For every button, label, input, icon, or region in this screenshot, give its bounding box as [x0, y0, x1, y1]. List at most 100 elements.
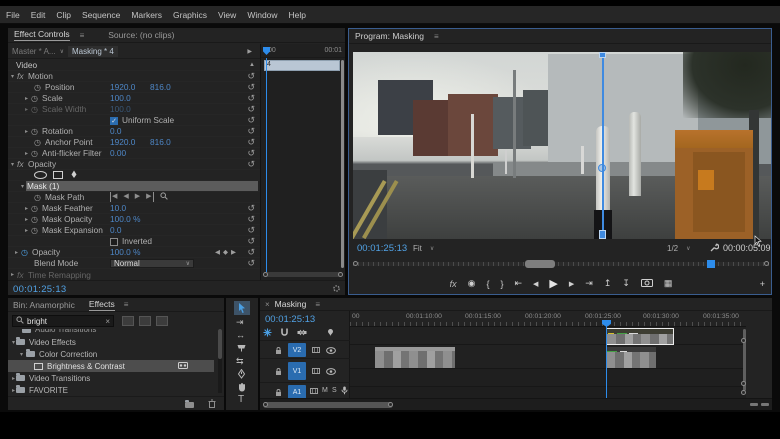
reset-icon[interactable]: ↺: [247, 137, 255, 148]
program-timecode[interactable]: 00:01:25:13: [357, 243, 407, 254]
twirl-icon[interactable]: ▾: [8, 351, 20, 358]
tree-row-favorite[interactable]: ▸ FAVORITE: [8, 384, 214, 395]
collapse-icon[interactable]: ▲: [249, 60, 255, 71]
menu-view[interactable]: View: [218, 10, 236, 20]
track-v2-lane[interactable]: [350, 327, 746, 345]
track-height-handle[interactable]: [741, 390, 746, 395]
filter-32bit-effects-icon[interactable]: [139, 316, 151, 326]
param-row-scale[interactable]: ▸ ◷ Scale 100.0 ↺: [8, 93, 260, 104]
effects-tree-scrollbar[interactable]: [218, 329, 222, 393]
track-target-v2[interactable]: V2: [288, 343, 306, 357]
pen-tool[interactable]: [237, 369, 246, 381]
track-target-v1[interactable]: V1: [288, 362, 306, 380]
reset-icon[interactable]: ↺: [247, 247, 255, 258]
mask-feather-handle[interactable]: [598, 164, 606, 172]
track-head-v2[interactable]: V2: [260, 340, 350, 358]
reset-icon[interactable]: ↺: [247, 71, 255, 82]
opacity-value[interactable]: 100.0 %: [110, 247, 140, 257]
zoom-handle-left[interactable]: [263, 402, 268, 407]
uniform-scale-checkbox[interactable]: ✓: [110, 117, 118, 125]
param-row-mask-expansion[interactable]: ▸ ◷ Mask Expansion 0.0 ↺: [8, 225, 260, 236]
stopwatch-icon[interactable]: ◷: [31, 127, 42, 136]
master-clip-label[interactable]: Master * A...: [12, 47, 56, 56]
track-mask-backward-icon[interactable]: ◀: [123, 192, 128, 202]
section-row-video[interactable]: Video ▲: [8, 60, 260, 71]
reset-icon[interactable]: ↺: [247, 126, 255, 137]
zoom-level-dropdown[interactable]: Fit ∨: [413, 244, 434, 253]
track-a1-lane[interactable]: [350, 369, 746, 387]
mask-feather-value[interactable]: 10.0: [110, 203, 126, 213]
voiceover-mic-icon[interactable]: [341, 386, 348, 397]
menu-file[interactable]: File: [6, 10, 20, 20]
mark-out-button[interactable]: }: [500, 279, 503, 289]
rotation-value[interactable]: 0.0: [110, 126, 122, 136]
mask-expansion-value[interactable]: 0.0: [110, 225, 122, 235]
reset-icon[interactable]: ↺: [247, 225, 255, 236]
param-row-anchor-point[interactable]: ◷ Anchor Point 1920.0 816.0 ↺: [8, 137, 260, 148]
ec-vertical-scrollbar[interactable]: [341, 60, 344, 268]
stopwatch-icon[interactable]: ◷: [21, 248, 32, 257]
anchor-y-value[interactable]: 816.0: [150, 137, 171, 147]
twirl-icon[interactable]: ▾: [18, 183, 27, 190]
param-row-opacity[interactable]: ▸ ◷ Opacity 100.0 % ◀ ◆ ▶ ↺: [8, 247, 260, 258]
timeline-playhead-line[interactable]: [606, 326, 607, 398]
tab-source[interactable]: Source: (no clips): [108, 30, 174, 40]
reset-icon[interactable]: ↺: [247, 82, 255, 93]
clip-v1-left[interactable]: [375, 347, 455, 368]
program-video-frame[interactable]: [353, 52, 771, 239]
twirl-icon[interactable]: ▸: [22, 128, 31, 135]
scrubber-zoom-handle[interactable]: [525, 260, 555, 268]
scroll-handle-right[interactable]: [338, 272, 343, 277]
tree-row-video-transitions[interactable]: ▸ Video Transitions: [8, 372, 214, 384]
add-keyframe-icon[interactable]: ◆: [223, 248, 228, 256]
reset-icon[interactable]: ↺: [247, 159, 255, 170]
type-tool[interactable]: T: [238, 394, 244, 405]
tab-effects[interactable]: Effects: [89, 299, 115, 311]
menu-graphics[interactable]: Graphics: [173, 10, 207, 20]
mute-button[interactable]: M: [322, 387, 328, 394]
track-height-handle[interactable]: [741, 338, 746, 343]
zoom-handle-right[interactable]: [388, 402, 393, 407]
global-fx-mute-button[interactable]: fx: [450, 279, 457, 289]
timeline-horizontal-scrollbar[interactable]: [263, 402, 393, 408]
snap-magnet-icon[interactable]: [280, 328, 289, 339]
timeline-timecode[interactable]: 00:01:25:13: [265, 314, 315, 325]
panel-menu-icon[interactable]: ≡: [124, 300, 129, 309]
mask-item-row[interactable]: ▾ Mask (1): [8, 181, 260, 192]
mask-path-line[interactable]: [602, 52, 604, 239]
rectangle-mask-tool-icon[interactable]: [53, 171, 63, 179]
mark-in-button[interactable]: {: [486, 279, 489, 289]
close-icon[interactable]: ×: [265, 300, 270, 309]
position-y-value[interactable]: 816.0: [150, 82, 171, 92]
eye-icon[interactable]: [326, 367, 336, 377]
comparison-view-button[interactable]: ▦: [664, 278, 673, 289]
ec-horizontal-scrollbar[interactable]: [263, 272, 343, 277]
effect-row-time-remapping[interactable]: ▸ fx Time Remapping: [8, 269, 260, 280]
tab-bin-anamorphic[interactable]: Bin: Anamorphic: [13, 300, 75, 310]
ec-timecode[interactable]: 00:01:25:13: [13, 284, 67, 295]
scale-value[interactable]: 100.0: [110, 93, 131, 103]
param-row-mask-opacity[interactable]: ▸ ◷ Mask Opacity 100.0 % ↺: [8, 214, 260, 225]
twirl-icon[interactable]: ▾: [8, 339, 16, 346]
anchor-x-value[interactable]: 1920.0: [110, 137, 135, 147]
track-select-forward-tool[interactable]: ⇥: [236, 317, 244, 328]
settings-wrench-icon[interactable]: [709, 243, 719, 255]
tree-row-audio-transitions[interactable]: Audio Transitions: [8, 329, 214, 335]
tree-row-brightness-contrast[interactable]: Brightness & Contrast: [8, 360, 214, 372]
mask-opacity-value[interactable]: 100.0 %: [110, 214, 140, 224]
mask-vertex-handle-bottom[interactable]: [599, 230, 606, 239]
reset-icon[interactable]: ↺: [247, 214, 255, 225]
menu-markers[interactable]: Markers: [131, 10, 162, 20]
program-playhead[interactable]: [707, 260, 715, 268]
blend-mode-dropdown[interactable]: Normal ∨: [110, 259, 194, 268]
ellipse-mask-tool-icon[interactable]: [34, 171, 47, 179]
filter-accelerated-effects-icon[interactable]: [122, 316, 134, 326]
tab-effect-controls[interactable]: Effect Controls: [14, 29, 70, 41]
clip-v1-right[interactable]: [606, 347, 656, 368]
twirl-icon[interactable]: ▸: [12, 249, 21, 256]
stopwatch-icon[interactable]: ◷: [31, 204, 42, 213]
sync-lock-icon[interactable]: [310, 387, 318, 397]
razor-tool[interactable]: [236, 343, 247, 355]
linked-selection-icon[interactable]: [297, 328, 307, 339]
button-editor-plus[interactable]: +: [760, 279, 765, 289]
